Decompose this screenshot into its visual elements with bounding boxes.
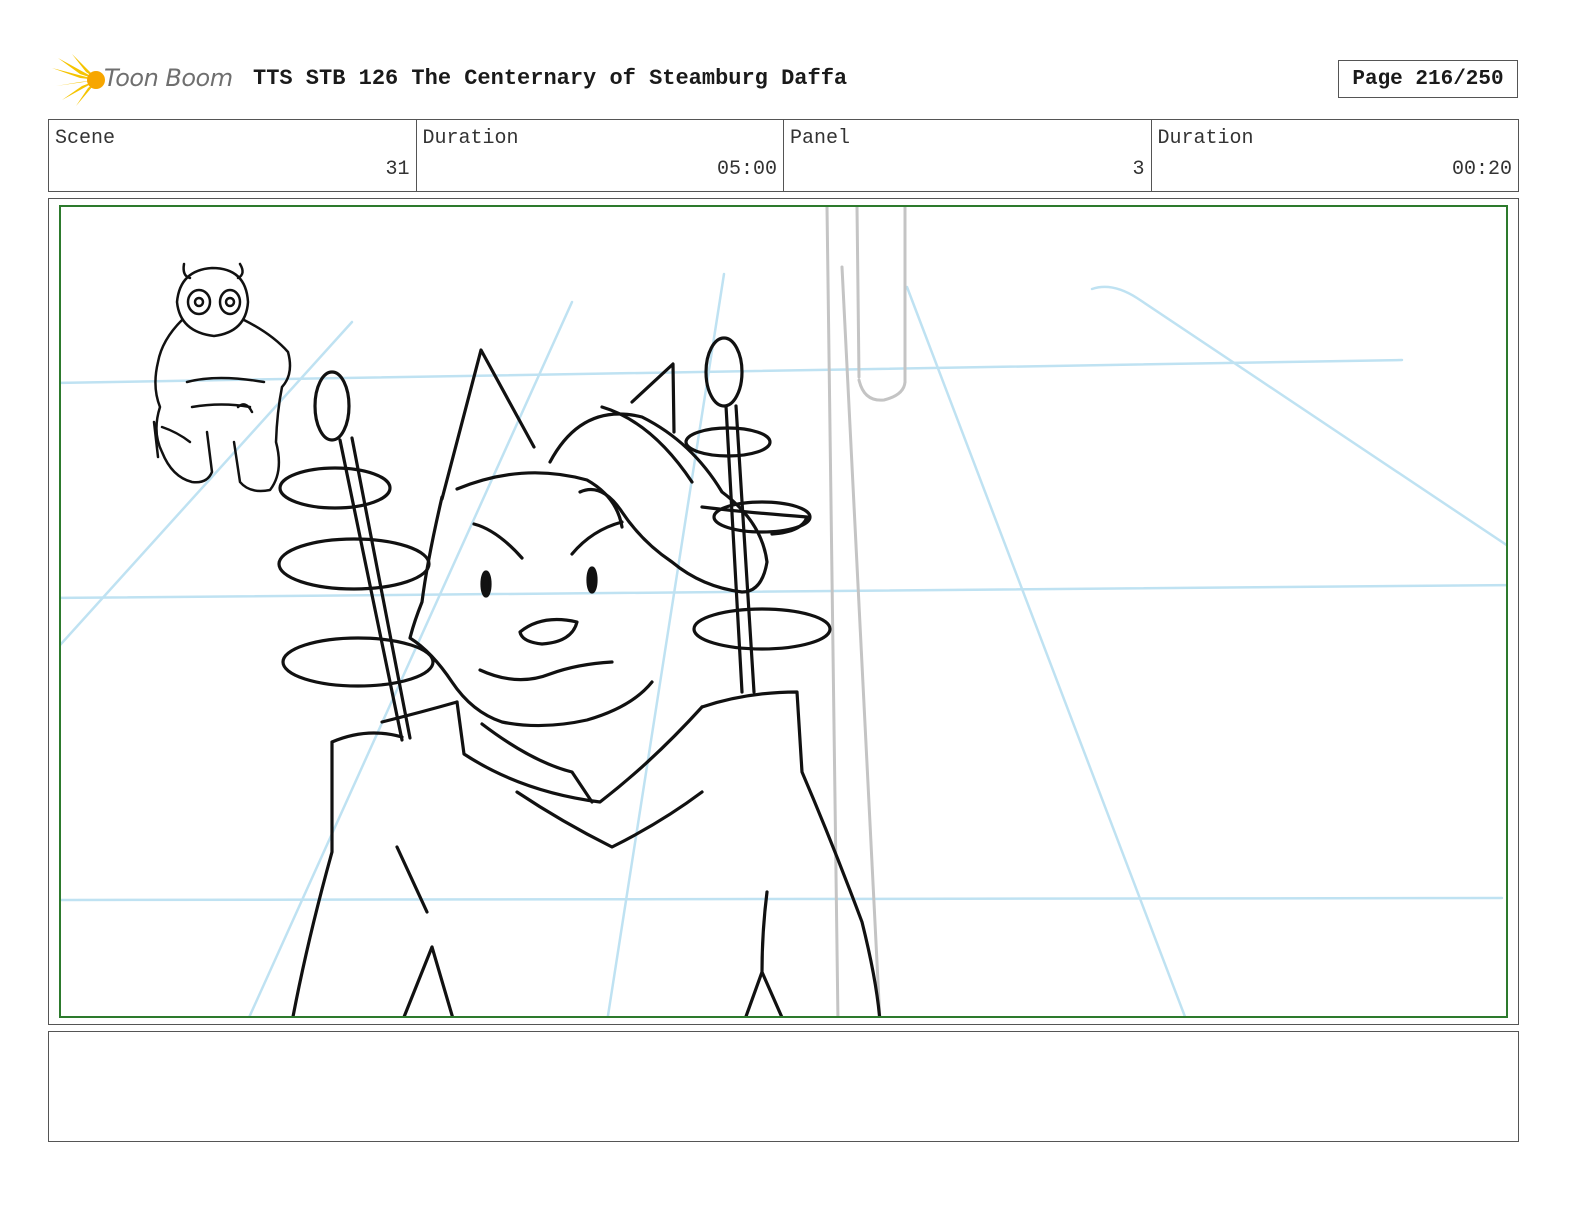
scene-duration-label: Duration — [422, 127, 519, 150]
logo-wordmark: Toon Boom — [104, 64, 233, 92]
scene-cell: Scene 31 — [49, 120, 417, 191]
panel-notes-box — [48, 1031, 1519, 1142]
background-character-sketch — [152, 262, 292, 493]
scene-value: 31 — [385, 158, 410, 181]
panel-duration-value: 00:20 — [1451, 158, 1512, 181]
document-title: TTS STB 126 The Centernary of Steamburg … — [253, 66, 848, 91]
storyboard-panel — [59, 205, 1508, 1018]
panel-label: Panel — [790, 127, 851, 150]
scene-duration-cell: Duration 05:00 — [417, 120, 784, 191]
page-indicator: Page 216/250 — [1338, 60, 1518, 98]
perspective-guides — [61, 272, 1506, 1016]
panel-duration-label: Duration — [1157, 127, 1254, 150]
panel-cell: Panel 3 — [784, 120, 1152, 191]
panel-value: 3 — [1132, 158, 1145, 181]
scene-label: Scene — [55, 127, 116, 150]
scene-duration-value: 05:00 — [716, 158, 777, 181]
pillar-sketch — [825, 207, 907, 1016]
scene-info-table: Scene 31 Duration 05:00 Panel 3 Duration… — [48, 119, 1519, 192]
main-character-sketch — [277, 336, 882, 1016]
storyboard-sketch — [61, 207, 1506, 1016]
panel-duration-cell: Duration 00:20 — [1152, 120, 1519, 191]
